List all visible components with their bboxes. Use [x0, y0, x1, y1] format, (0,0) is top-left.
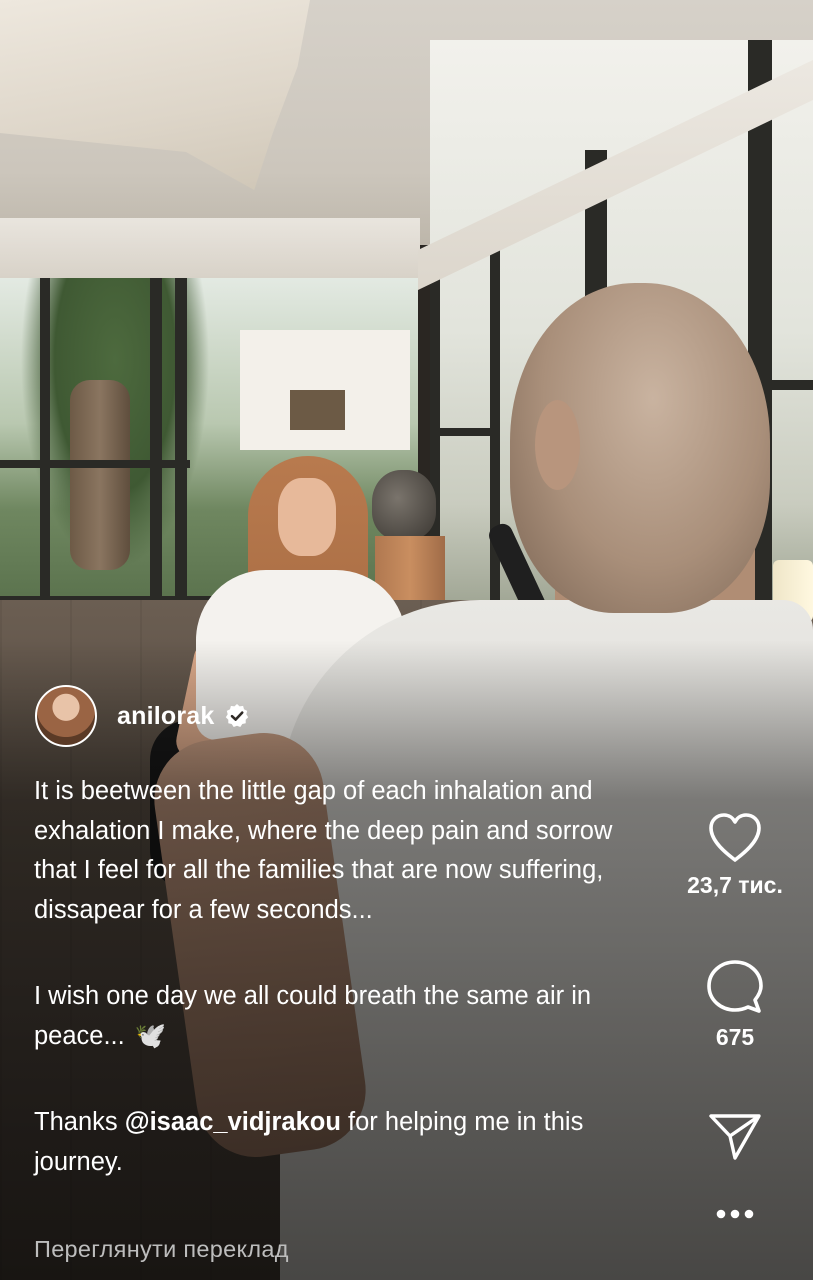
caption-paragraph: Thanks @isaac_vidjrakou for helping me i… [34, 1103, 644, 1182]
window-frame [175, 268, 187, 613]
like-count: 23,7 тис. [687, 872, 783, 898]
more-horizontal-icon[interactable] [715, 1208, 755, 1220]
caption-paragraph: I wish one day we all could breath the s… [34, 977, 644, 1056]
paper-plane-icon[interactable] [708, 1112, 762, 1162]
dove-emoji: 🕊️ [134, 1021, 167, 1050]
more-options-button[interactable] [665, 1208, 805, 1220]
comment-count: 675 [715, 1024, 755, 1050]
see-translation-link[interactable]: Переглянути переклад [34, 1236, 289, 1263]
man-ear [535, 400, 580, 490]
verified-badge-icon [226, 704, 249, 727]
user-mention-link[interactable]: @isaac_vidjrakou [125, 1108, 341, 1136]
tree-trunk [70, 380, 130, 570]
window-frame [40, 268, 50, 613]
heart-icon[interactable] [707, 812, 763, 864]
woman-face [278, 478, 336, 556]
post-author[interactable]: anilorak [35, 685, 250, 747]
house-window [290, 390, 345, 430]
roller-blind-left [0, 218, 420, 278]
comment-button[interactable]: 675 [665, 958, 805, 1051]
window-frame [0, 460, 190, 468]
caption-text: Thanks [34, 1108, 125, 1136]
window-frame [772, 380, 813, 390]
window-frame [150, 268, 162, 613]
avatar[interactable] [35, 685, 97, 747]
share-button[interactable] [665, 1112, 805, 1162]
comment-bubble-icon[interactable] [706, 958, 764, 1016]
stone-sculpture [372, 470, 436, 540]
window-frame [440, 428, 500, 436]
username[interactable]: anilorak [117, 702, 214, 731]
like-button[interactable]: 23,7 тис. [665, 812, 805, 899]
post-caption[interactable]: It is beetween the little gap of each in… [34, 772, 644, 1182]
caption-text: I wish one day we all could breath the s… [34, 982, 592, 1050]
caption-paragraph: It is beetween the little gap of each in… [34, 777, 613, 924]
